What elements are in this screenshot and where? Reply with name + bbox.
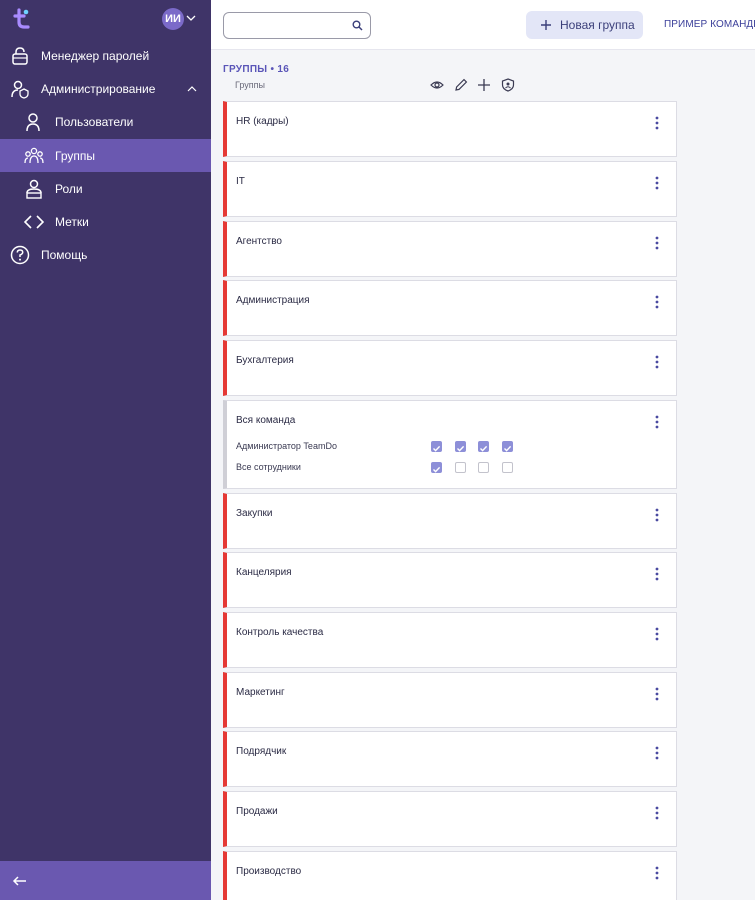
example-team-link[interactable]: ПРИМЕР КОМАНДЫ — [664, 19, 755, 30]
group-name: Маркетинг — [236, 687, 285, 698]
perm-view-checkbox[interactable] — [431, 462, 442, 473]
sidebar-item-label: Роли — [55, 181, 83, 196]
search-box — [223, 12, 371, 39]
plus-icon — [541, 20, 551, 30]
sidebar: ИИ Менеджер паролей Администрирование По… — [0, 0, 211, 900]
groups-subtitle: Группы — [235, 80, 265, 90]
more-vert-icon[interactable] — [654, 508, 660, 522]
group-card-hr[interactable]: HR (кадры) — [223, 101, 677, 157]
pencil-icon[interactable] — [454, 78, 468, 92]
group-name: Подрядчик — [236, 746, 287, 757]
group-card-it[interactable]: IT — [223, 161, 677, 217]
groups-panel: ГРУППЫ • 16 Группы HR (кадры) IT Агентст… — [211, 51, 755, 900]
more-vert-icon[interactable] — [654, 116, 660, 130]
perm-edit-checkbox[interactable] — [455, 462, 466, 473]
group-name: Администрация — [236, 295, 310, 306]
search-input[interactable] — [230, 13, 350, 38]
group-name: Агентство — [236, 236, 282, 247]
more-vert-icon[interactable] — [654, 236, 660, 250]
groups-title: ГРУППЫ • 16 — [223, 64, 290, 75]
teamdo-logo-icon[interactable] — [12, 8, 34, 30]
more-vert-icon[interactable] — [654, 806, 660, 820]
avatar[interactable]: ИИ — [162, 8, 184, 30]
more-vert-icon[interactable] — [654, 866, 660, 880]
group-icon — [24, 146, 44, 166]
lock-icon — [10, 46, 30, 66]
sidebar-footer — [0, 861, 211, 900]
member-row-name: Все сотрудники — [236, 462, 301, 472]
tag-icon — [24, 212, 44, 232]
member-row-name: Администратор TeamDo — [236, 441, 337, 451]
new-group-label: Новая группа — [560, 18, 635, 32]
sidebar-item-users[interactable]: Пользователи — [0, 105, 211, 138]
role-icon — [24, 179, 44, 199]
group-card-agency[interactable]: Агентство — [223, 221, 677, 277]
group-name: Канцелярия — [236, 567, 292, 578]
sidebar-item-label: Менеджер паролей — [41, 48, 150, 63]
group-card-sales[interactable]: Продажи — [223, 791, 677, 847]
group-name: Вся команда — [236, 415, 296, 426]
user-icon — [24, 112, 44, 132]
chevron-down-icon[interactable] — [186, 13, 196, 23]
group-card-whole-team[interactable]: Вся команда Администратор TeamDo Все сот… — [223, 400, 677, 489]
new-group-button[interactable]: Новая группа — [526, 11, 643, 39]
perm-add-checkbox[interactable] — [478, 462, 489, 473]
group-name: Производство — [236, 866, 302, 877]
group-name: Контроль качества — [236, 627, 324, 638]
perm-admin-checkbox[interactable] — [502, 462, 513, 473]
sidebar-item-label: Администрирование — [41, 81, 156, 96]
perm-view-checkbox[interactable] — [431, 441, 442, 452]
more-vert-icon[interactable] — [654, 415, 660, 429]
more-vert-icon[interactable] — [654, 295, 660, 309]
topbar: Новая группа ПРИМЕР КОМАНДЫ — [211, 0, 755, 50]
search-icon[interactable] — [352, 20, 363, 31]
sidebar-item-administration[interactable]: Администрирование — [0, 72, 211, 105]
sidebar-item-roles[interactable]: Роли — [0, 172, 211, 205]
perm-edit-checkbox[interactable] — [455, 441, 466, 452]
more-vert-icon[interactable] — [654, 176, 660, 190]
sidebar-item-label: Группы — [55, 148, 95, 163]
group-name: Бухгалтерия — [236, 355, 294, 366]
eye-icon[interactable] — [430, 78, 444, 92]
perm-admin-checkbox[interactable] — [502, 441, 513, 452]
sidebar-header: ИИ — [0, 0, 211, 38]
help-icon — [10, 245, 30, 265]
sidebar-item-label: Метки — [55, 214, 89, 229]
shield-icon[interactable] — [501, 78, 515, 92]
group-name: HR (кадры) — [236, 116, 289, 127]
group-name: Продажи — [236, 806, 278, 817]
more-vert-icon[interactable] — [654, 567, 660, 581]
group-name: IT — [236, 176, 245, 187]
more-vert-icon[interactable] — [654, 627, 660, 641]
sidebar-item-groups[interactable]: Группы — [0, 139, 211, 172]
group-card-quality-control[interactable]: Контроль качества — [223, 612, 677, 668]
arrow-left-icon[interactable] — [12, 873, 28, 889]
group-card-marketing[interactable]: Маркетинг — [223, 672, 677, 728]
more-vert-icon[interactable] — [654, 355, 660, 369]
chevron-up-icon[interactable] — [187, 84, 197, 94]
sidebar-item-password-manager[interactable]: Менеджер паролей — [0, 39, 211, 72]
sidebar-item-help[interactable]: Помощь — [0, 238, 211, 271]
more-vert-icon[interactable] — [654, 687, 660, 701]
plus-icon[interactable] — [477, 78, 491, 92]
more-vert-icon[interactable] — [654, 746, 660, 760]
group-card-accounting[interactable]: Бухгалтерия — [223, 340, 677, 396]
sidebar-item-label: Помощь — [41, 247, 88, 262]
group-card-office[interactable]: Канцелярия — [223, 552, 677, 608]
admin-icon — [10, 79, 30, 99]
sidebar-item-tags[interactable]: Метки — [0, 205, 211, 238]
group-card-production[interactable]: Производство — [223, 851, 677, 900]
group-card-procurement[interactable]: Закупки — [223, 493, 677, 549]
perm-add-checkbox[interactable] — [478, 441, 489, 452]
group-card-administration[interactable]: Администрация — [223, 280, 677, 336]
group-card-contractor[interactable]: Подрядчик — [223, 731, 677, 787]
group-name: Закупки — [236, 508, 273, 519]
sidebar-item-label: Пользователи — [55, 114, 134, 129]
